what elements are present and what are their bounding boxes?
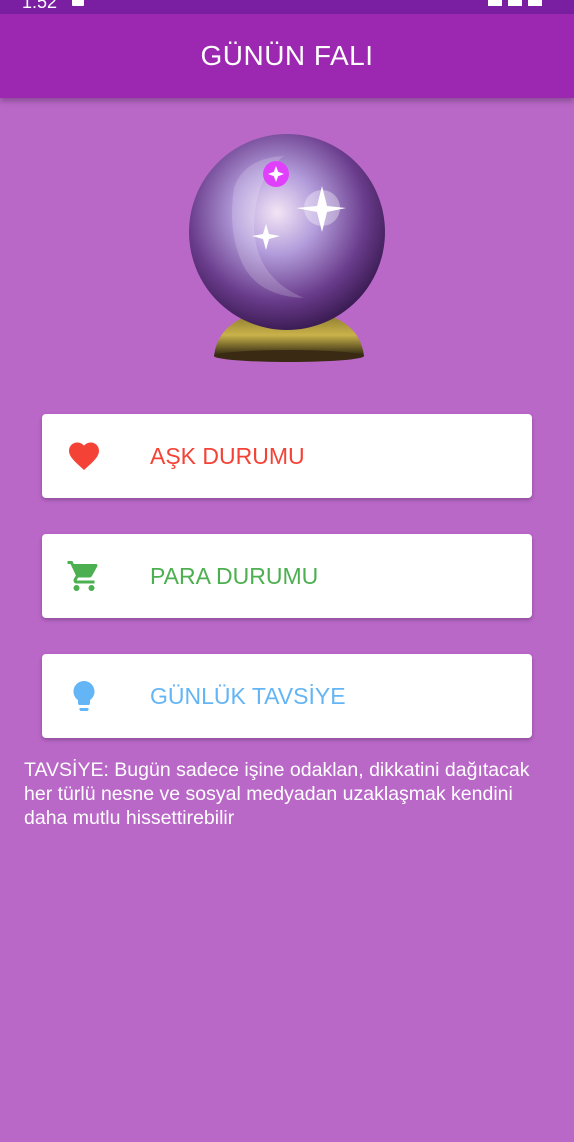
daily-advice-label: GÜNLÜK TAVSİYE xyxy=(150,682,346,709)
crystal-ball-image xyxy=(184,128,394,368)
money-status-button[interactable]: PARA DURUMU xyxy=(42,534,532,618)
heart-icon xyxy=(69,442,99,471)
daily-advice-button[interactable]: GÜNLÜK TAVSİYE xyxy=(42,654,532,738)
status-bar: 1:52 xyxy=(0,0,574,14)
signal-icon xyxy=(508,0,522,6)
love-status-label: AŞK DURUMU xyxy=(150,442,305,469)
money-status-label: PARA DURUMU xyxy=(150,562,319,589)
love-status-button[interactable]: AŞK DURUMU xyxy=(42,414,532,498)
battery-icon xyxy=(528,0,542,6)
status-time: 1:52 xyxy=(22,0,58,12)
lightbulb-icon xyxy=(73,681,95,711)
app-bar: GÜNÜN FALI xyxy=(0,14,574,98)
cart-icon xyxy=(67,561,98,591)
status-icons xyxy=(488,0,542,6)
fortune-result-text: TAVSİYE: Bugün sadece işine odaklan, dik… xyxy=(24,759,530,829)
page-title: GÜNÜN FALI xyxy=(200,40,374,71)
sim-icon xyxy=(72,0,84,6)
wifi-icon xyxy=(488,0,502,6)
